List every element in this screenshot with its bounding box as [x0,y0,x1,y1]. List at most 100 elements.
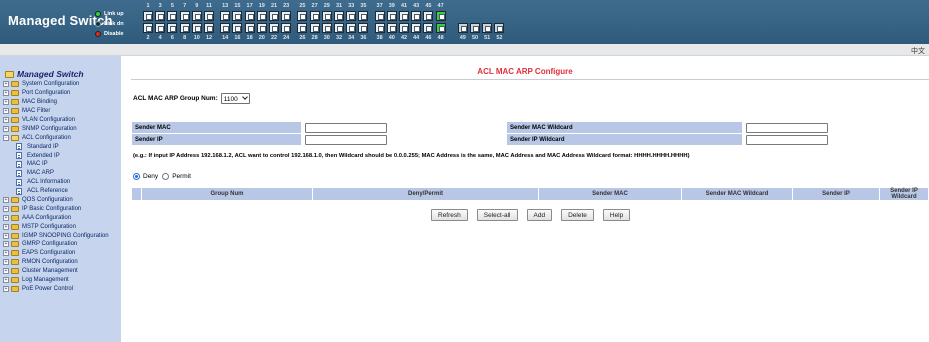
expand-icon[interactable]: + [3,232,9,239]
expand-icon[interactable]: + [3,214,9,221]
sidebar-item-aaa-configuration[interactable]: + AAA Configuration [3,213,109,222]
expand-icon[interactable]: + [3,108,9,115]
expand-icon[interactable]: + [3,277,9,284]
port-14-icon[interactable] [220,23,231,33]
port-23-icon[interactable] [281,11,292,21]
expand-icon[interactable]: + [3,259,9,266]
port-2-icon[interactable] [143,23,153,33]
port-47-icon[interactable] [435,11,446,21]
port-39-icon[interactable] [386,11,397,21]
permit-radio[interactable] [162,173,170,180]
expand-icon[interactable]: + [3,285,9,292]
port-9-icon[interactable] [191,11,202,21]
port-1-icon[interactable] [143,11,153,21]
port-34-icon[interactable] [346,23,357,33]
port-51-icon[interactable] [482,23,493,33]
port-30-icon[interactable] [321,23,332,33]
port-21-icon[interactable] [269,11,279,21]
port-6-icon[interactable] [167,23,178,33]
sidebar-item-mstp-configuration[interactable]: + MSTP Configuration [3,222,109,231]
port-20-icon[interactable] [256,23,267,33]
sidebar-item-log-management[interactable]: + Log Management [3,276,109,285]
sidebar-item-gmrp-configuration[interactable]: + GMRP Configuration [3,240,109,249]
port-17-icon[interactable] [244,11,255,21]
expand-icon[interactable]: + [3,99,9,106]
expand-icon[interactable]: + [3,205,9,212]
port-44-icon[interactable] [411,23,422,33]
port-11-icon[interactable] [204,11,214,21]
port-31-icon[interactable] [334,11,344,21]
expand-icon[interactable]: + [3,81,9,88]
port-10-icon[interactable] [191,23,202,33]
add-button[interactable]: Add [526,209,553,221]
port-42-icon[interactable] [399,23,409,33]
port-15-icon[interactable] [232,11,243,21]
port-8-icon[interactable] [179,23,190,33]
port-22-icon[interactable] [269,23,279,33]
port-18-icon[interactable] [244,23,255,33]
expand-icon[interactable]: + [3,241,9,248]
sender-ip-input[interactable] [305,134,387,145]
sidebar-item-acl-information[interactable]: ACL Information [3,178,109,187]
port-35-icon[interactable] [358,11,369,21]
port-41-icon[interactable] [399,11,409,21]
sidebar-item-qos-configuration[interactable]: + QOS Configuration [3,196,109,205]
sidebar-root[interactable]: Managed Switch [5,69,84,79]
deny-radio[interactable] [133,173,140,180]
port-49-icon[interactable] [457,23,468,33]
sidebar-item-mac-binding[interactable]: + MAC Binding [3,98,109,107]
sidebar-item-eaps-configuration[interactable]: + EAPS Configuration [3,249,109,258]
port-36-icon[interactable] [358,23,369,33]
sidebar-item-standard-ip[interactable]: Standard IP [3,142,109,151]
port-4-icon[interactable] [155,23,166,33]
port-12-icon[interactable] [204,23,214,33]
port-38-icon[interactable] [374,23,385,33]
port-50-icon[interactable] [470,23,480,33]
port-37-icon[interactable] [374,11,385,21]
sidebar-item-extended-ip[interactable]: Extended IP [3,151,109,160]
sidebar-item-igmp-snooping-configuration[interactable]: + IGMP SNOOPING Configuration [3,231,109,240]
expand-icon[interactable]: + [3,197,9,204]
expand-icon[interactable]: + [3,90,9,97]
expand-icon[interactable]: + [3,223,9,230]
collapse-icon[interactable]: − [3,134,9,141]
expand-icon[interactable]: + [3,125,9,132]
port-27-icon[interactable] [309,11,320,21]
port-29-icon[interactable] [321,11,332,21]
port-28-icon[interactable] [309,23,320,33]
delete-button[interactable]: Delete [561,209,594,221]
port-40-icon[interactable] [386,23,397,33]
sender-mac-input[interactable] [305,122,387,133]
sidebar-item-system-configuration[interactable]: + System Configuration [3,80,109,89]
group-num-select[interactable]: 1100 [220,93,250,104]
sidebar-item-vlan-configuration[interactable]: + VLAN Configuration [3,116,109,125]
sidebar-item-mac-arp[interactable]: MAC ARP [3,169,109,178]
sidebar-item-cluster-management[interactable]: + Cluster Management [3,267,109,276]
port-7-icon[interactable] [179,11,190,21]
sender-ip-wildcard-input[interactable] [746,134,828,145]
port-45-icon[interactable] [423,11,434,21]
port-52-icon[interactable] [494,23,505,33]
sidebar-item-poe-power-control[interactable]: + PoE Power Control [3,284,109,293]
language-link[interactable]: 中文 [911,46,925,56]
port-32-icon[interactable] [334,23,344,33]
expand-icon[interactable]: + [3,268,9,275]
port-3-icon[interactable] [155,11,166,21]
sidebar-item-mac-ip[interactable]: MAC IP [3,160,109,169]
help-button[interactable]: Help [602,209,631,221]
expand-icon[interactable]: + [3,117,9,123]
sidebar-item-acl-reference[interactable]: ACL Reference [3,187,109,196]
port-13-icon[interactable] [220,11,231,21]
sidebar-item-port-configuration[interactable]: + Port Configuration [3,89,109,98]
refresh-button[interactable]: Refresh [431,209,468,221]
select-all-button[interactable]: Select-all [476,209,518,221]
port-46-icon[interactable] [423,23,434,33]
port-24-icon[interactable] [281,23,292,33]
expand-icon[interactable]: + [3,250,9,257]
port-16-icon[interactable] [232,23,243,33]
port-19-icon[interactable] [256,11,267,21]
sender-mac-wildcard-input[interactable] [746,122,828,133]
port-26-icon[interactable] [297,23,308,33]
port-43-icon[interactable] [411,11,422,21]
port-25-icon[interactable] [297,11,308,21]
